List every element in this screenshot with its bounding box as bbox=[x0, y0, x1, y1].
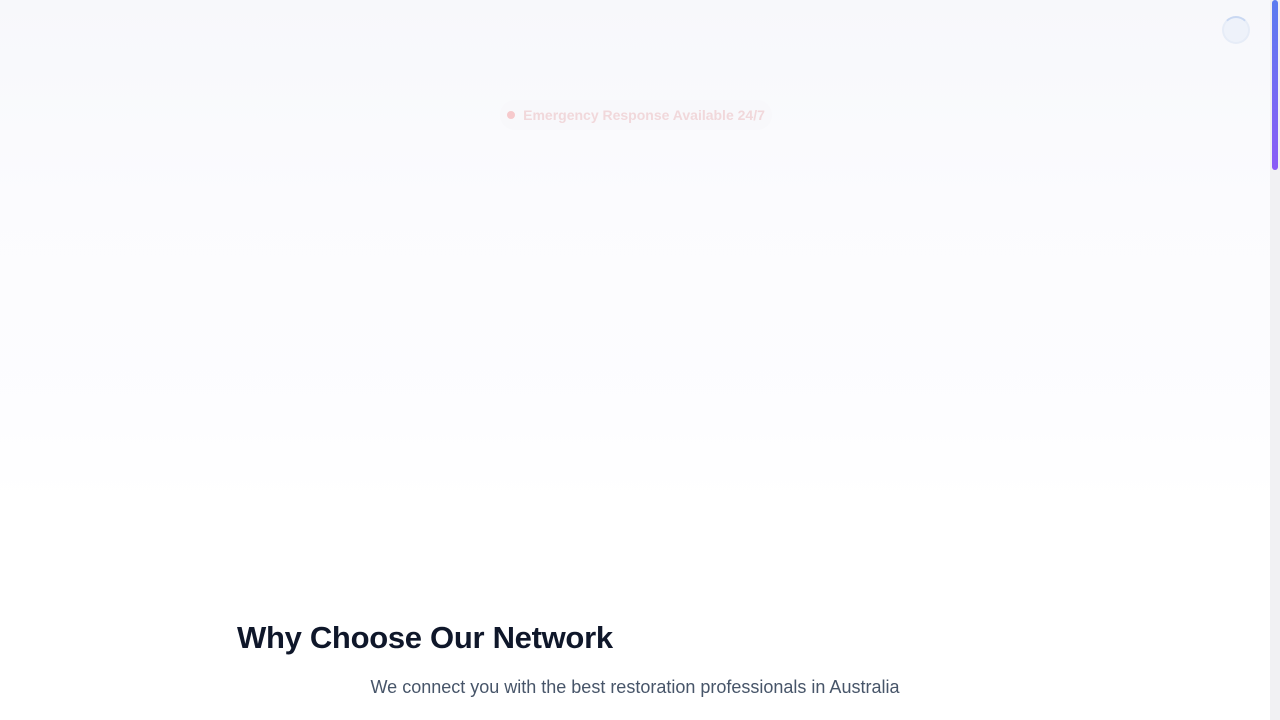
spinner-icon bbox=[1222, 16, 1250, 44]
emergency-badge: Emergency Response Available 24/7 bbox=[500, 100, 772, 130]
emergency-badge-text: Emergency Response Available 24/7 bbox=[523, 107, 765, 123]
status-dot-icon bbox=[507, 111, 516, 119]
vertical-scrollbar[interactable] bbox=[1270, 0, 1280, 720]
hero-section: Emergency Response Available 24/7 bbox=[0, 0, 1270, 500]
scrollbar-thumb[interactable] bbox=[1272, 0, 1278, 170]
page-viewport: Emergency Response Available 24/7 Why Ch… bbox=[0, 0, 1270, 720]
section-title: Why Choose Our Network bbox=[237, 620, 613, 655]
section-subtitle: We connect you with the best restoration… bbox=[370, 677, 900, 697]
